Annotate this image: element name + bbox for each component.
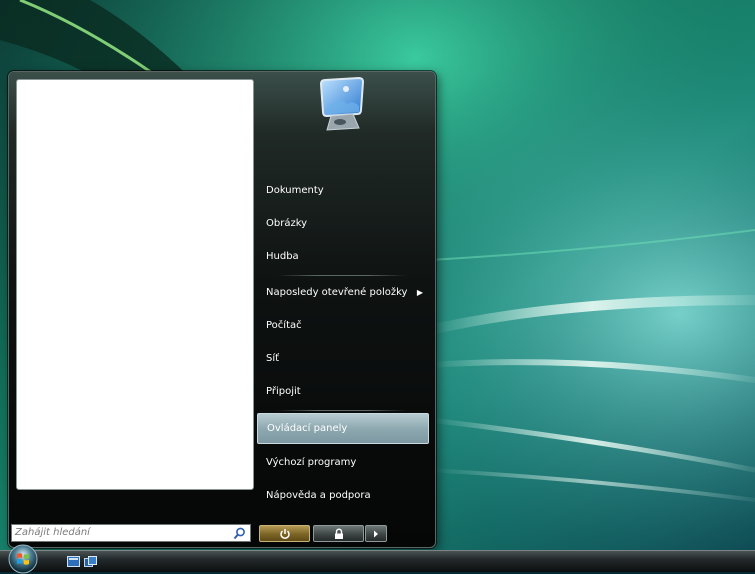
taskbar (0, 550, 755, 572)
search-placeholder: Zahájit hledání (15, 527, 90, 538)
show-desktop-icon[interactable] (67, 556, 80, 568)
power-icon (279, 528, 290, 539)
switch-windows-icon[interactable] (84, 556, 97, 568)
menu-item-network[interactable]: Síť (257, 343, 429, 374)
menu-separator (277, 410, 407, 411)
submenu-arrow-icon: ▶ (416, 288, 423, 297)
search-input[interactable]: Zahájit hledání (11, 524, 251, 542)
menu-item-label: Připojit (266, 386, 301, 397)
menu-item-help-support[interactable]: Nápověda a podpora (257, 480, 429, 511)
start-menu: Zahájit hledání Dokumenty Obrázky Hudba … (8, 71, 436, 548)
menu-item-control-panel[interactable]: Ovládací panely (257, 413, 429, 444)
menu-separator (277, 275, 407, 276)
shutdown-options-button[interactable] (365, 525, 387, 542)
menu-item-label: Výchozí programy (266, 457, 357, 468)
menu-item-connect-to[interactable]: Připojit (257, 376, 429, 407)
lock-button[interactable] (313, 525, 364, 542)
menu-item-pictures[interactable]: Obrázky (257, 208, 429, 239)
menu-item-label: Dokumenty (266, 185, 324, 196)
menu-item-label: Síť (266, 353, 280, 364)
menu-item-label: Obrázky (266, 218, 308, 229)
search-icon[interactable] (233, 527, 246, 540)
menu-item-label: Naposledy otevřené položky (266, 287, 408, 298)
menu-item-music[interactable]: Hudba (257, 241, 429, 272)
lock-icon (334, 528, 343, 539)
menu-item-label: Hudba (266, 251, 299, 262)
menu-item-computer[interactable]: Počítač (257, 310, 429, 341)
arrow-right-icon (374, 530, 378, 537)
menu-item-default-programs[interactable]: Výchozí programy (257, 447, 429, 478)
menu-item-label: Ovládací panely (267, 423, 348, 434)
programs-list-pane[interactable] (16, 79, 254, 490)
power-buttons (259, 525, 389, 543)
windows-orb-icon[interactable] (8, 544, 38, 574)
power-button[interactable] (259, 525, 310, 542)
menu-item-label: Počítač (266, 320, 302, 331)
menu-item-recent-items[interactable]: Naposledy otevřené položky ▶ (257, 277, 429, 308)
menu-item-documents[interactable]: Dokumenty (257, 175, 429, 206)
menu-item-label: Nápověda a podpora (266, 490, 371, 501)
right-column-links: Dokumenty Obrázky Hudba Naposledy otevře… (257, 72, 431, 547)
